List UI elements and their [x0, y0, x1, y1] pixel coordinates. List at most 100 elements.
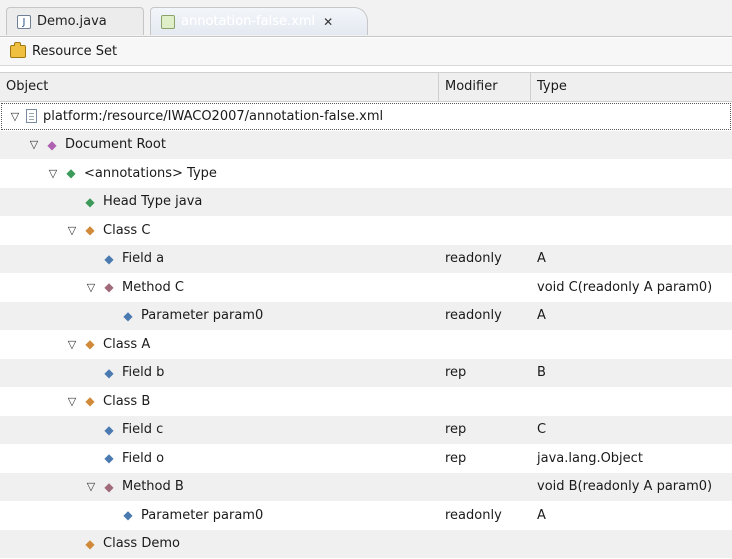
- object-cell: ▽ platform:/resource/IWACO2007/annotation…: [0, 102, 383, 131]
- resource-set-label: Resource Set: [32, 44, 118, 59]
- object-cell: ▽◆Field o: [0, 444, 164, 473]
- tree-row[interactable]: ▽◆Class Demo: [0, 529, 732, 559]
- diamond-icon: ◆: [104, 479, 114, 494]
- object-label: <annotations> Type: [84, 165, 217, 181]
- object-cell: ▽ ◆ <annotations> Type: [0, 159, 217, 188]
- modifier-cell: readonly: [445, 507, 502, 523]
- tab-label: Demo.java: [37, 14, 107, 29]
- tab-demo-java[interactable]: J Demo.java: [6, 7, 144, 35]
- object-label: Class A: [103, 336, 151, 352]
- object-label: Field b: [122, 365, 165, 381]
- object-cell: ▽ ◆ Method B: [0, 473, 184, 502]
- diamond-icon: ◆: [85, 394, 95, 409]
- diamond-icon: ◆: [85, 337, 95, 352]
- tree-row[interactable]: ▽◆Parameter param0readonlyA: [0, 301, 732, 331]
- object-cell: ▽◆Parameter param0: [0, 501, 263, 530]
- modifier-cell: readonly: [445, 251, 502, 267]
- object-label: Parameter param0: [141, 308, 264, 324]
- resource-set-bar: Resource Set: [0, 38, 732, 66]
- editor-tab-bar: J Demo.java annotation-false.xml ✕: [0, 0, 732, 37]
- type-cell: A: [537, 251, 546, 267]
- tree-row[interactable]: ▽◆Parameter param0readonlyA: [0, 501, 732, 530]
- object-label: Parameter param0: [141, 507, 264, 523]
- type-cell: C: [537, 422, 547, 438]
- tree-row[interactable]: ▽ ◆ Class C: [0, 216, 732, 245]
- tree-row[interactable]: ▽◆Field areadonlyA: [0, 244, 732, 274]
- tree-row[interactable]: ▽ ◆ Method B void B(readonly A param0): [0, 472, 732, 502]
- file-icon: [26, 109, 37, 124]
- tree-table-header: Object Modifier Type: [0, 72, 732, 102]
- tree-row[interactable]: ▽ ◆ Document Root: [0, 130, 732, 160]
- object-label: Class C: [103, 222, 151, 238]
- object-cell: ▽◆Class Demo: [0, 530, 180, 559]
- object-label: Field o: [122, 450, 165, 466]
- object-cell: ▽◆Parameter param0: [0, 302, 263, 331]
- object-label: Class B: [103, 393, 151, 409]
- expand-toggle-icon[interactable]: ▽: [27, 138, 41, 151]
- close-icon[interactable]: ✕: [323, 15, 333, 29]
- object-label: Head Type java: [103, 194, 203, 210]
- xml-file-icon: [161, 14, 175, 29]
- type-cell: void C(readonly A param0): [537, 279, 713, 295]
- tree-row[interactable]: ▽ ◆ Class B: [0, 387, 732, 416]
- java-file-icon: J: [17, 14, 31, 29]
- diamond-icon: ◆: [104, 251, 114, 266]
- resource-set-icon: [10, 42, 26, 58]
- object-label: Document Root: [65, 137, 166, 153]
- tree-row[interactable]: ▽◆Field brepB: [0, 358, 732, 388]
- object-label: Field a: [122, 251, 165, 267]
- tree-table-body: ▽ platform:/resource/IWACO2007/annotation…: [0, 102, 732, 558]
- type-cell: B: [537, 365, 546, 381]
- object-cell: ▽ ◆ Document Root: [0, 131, 166, 160]
- tree-row[interactable]: ▽ ◆ <annotations> Type: [0, 159, 732, 188]
- diamond-icon: ◆: [104, 422, 114, 437]
- object-cell: ▽◆Field b: [0, 359, 164, 388]
- object-cell: ▽ ◆ Class C: [0, 216, 151, 245]
- type-cell: A: [537, 308, 546, 324]
- tab-label: annotation-false.xml: [181, 14, 316, 29]
- diamond-icon: ◆: [123, 508, 133, 523]
- expand-toggle-icon[interactable]: ▽: [46, 167, 60, 180]
- type-cell: A: [537, 507, 546, 523]
- diamond-icon: ◆: [104, 365, 114, 380]
- object-label: platform:/resource/IWACO2007/annotation-…: [43, 108, 384, 124]
- modifier-cell: rep: [445, 365, 467, 381]
- modifier-cell: rep: [445, 422, 467, 438]
- diamond-icon: ◆: [85, 536, 95, 551]
- tab-annotation-false-xml[interactable]: annotation-false.xml ✕: [150, 7, 368, 35]
- object-label: Class Demo: [103, 536, 180, 552]
- diamond-icon: ◆: [104, 451, 114, 466]
- diamond-icon: ◆: [104, 280, 114, 295]
- column-header-modifier[interactable]: Modifier: [439, 73, 531, 101]
- diamond-icon: ◆: [47, 137, 57, 152]
- diamond-icon: ◆: [85, 194, 95, 209]
- modifier-cell: readonly: [445, 308, 502, 324]
- type-cell: java.lang.Object: [537, 450, 643, 466]
- diamond-icon: ◆: [66, 166, 76, 181]
- column-header-type[interactable]: Type: [531, 73, 732, 101]
- modifier-cell: rep: [445, 450, 467, 466]
- object-label: Method B: [122, 479, 184, 495]
- expand-toggle-icon[interactable]: ▽: [84, 480, 98, 493]
- tree-row[interactable]: ▽◆Head Type java: [0, 187, 732, 216]
- tree-row[interactable]: ▽ ◆ Method C void C(readonly A param0): [0, 273, 732, 302]
- column-header-object[interactable]: Object: [0, 73, 439, 101]
- object-label: Field c: [122, 422, 164, 438]
- object-cell: ▽◆Field c: [0, 416, 163, 445]
- tree-row[interactable]: ▽ platform:/resource/IWACO2007/annotation…: [0, 102, 732, 131]
- type-cell: void B(readonly A param0): [537, 479, 713, 495]
- tree-row[interactable]: ▽◆Field orepjava.lang.Object: [0, 444, 732, 473]
- object-cell: ▽ ◆ Method C: [0, 273, 184, 302]
- object-cell: ▽ ◆ Class A: [0, 330, 150, 359]
- object-cell: ▽◆Field a: [0, 245, 164, 274]
- expand-toggle-icon[interactable]: ▽: [65, 224, 79, 237]
- expand-toggle-icon[interactable]: ▽: [84, 281, 98, 294]
- diamond-icon: ◆: [85, 223, 95, 238]
- diamond-icon: ◆: [123, 308, 133, 323]
- tree-row[interactable]: ▽◆Field crepC: [0, 415, 732, 445]
- tree-row[interactable]: ▽ ◆ Class A: [0, 330, 732, 359]
- expand-toggle-icon[interactable]: ▽: [65, 395, 79, 408]
- expand-toggle-icon[interactable]: ▽: [65, 338, 79, 351]
- object-label: Method C: [122, 279, 184, 295]
- expand-toggle-icon[interactable]: ▽: [8, 110, 22, 123]
